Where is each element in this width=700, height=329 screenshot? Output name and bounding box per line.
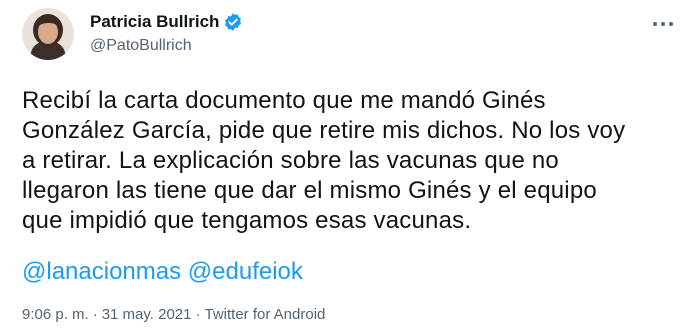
tweet: Patricia Bullrich @PatoBullrich Recibí l… — [0, 0, 700, 329]
tweet-text-line: que impidió que tengamos esas vacunas. — [22, 207, 472, 234]
mentions: @lanacionmas @edufeiok — [22, 257, 303, 287]
author-handle[interactable]: @PatoBullrich — [90, 35, 243, 57]
tweet-text-line: a retirar. La explicación sobre las vacu… — [22, 147, 559, 174]
tweet-text: Recibí la carta documento que me mandó G… — [22, 86, 692, 236]
tweet-date[interactable]: 31 may. 2021 — [102, 306, 192, 323]
avatar[interactable] — [22, 8, 74, 60]
name-row: Patricia Bullrich — [90, 11, 243, 33]
mention-link[interactable]: @edufeiok — [188, 258, 303, 285]
tweet-text-line: llegaron las tiene que dar el mismo Giné… — [22, 177, 597, 204]
verified-badge-icon — [223, 12, 243, 32]
tweet-text-line: González García, pide que retire mis dic… — [22, 117, 626, 144]
author-names: Patricia Bullrich @PatoBullrich — [90, 11, 243, 57]
display-name[interactable]: Patricia Bullrich — [90, 11, 219, 33]
tweet-text-line: Recibí la carta documento que me mandó G… — [22, 87, 546, 114]
meta-separator: · — [195, 306, 201, 323]
tweet-source[interactable]: Twitter for Android — [204, 306, 325, 323]
more-dots-icon[interactable] — [648, 14, 678, 34]
mention-link[interactable]: @lanacionmas — [22, 258, 181, 285]
avatar-photo — [22, 8, 74, 60]
tweet-meta: 9:06 p. m. · 31 may. 2021 · Twitter for Andr… — [22, 306, 325, 324]
tweet-time[interactable]: 9:06 p. m. — [22, 306, 89, 323]
meta-separator: · — [92, 306, 98, 323]
tweet-header: Patricia Bullrich @PatoBullrich — [22, 8, 243, 60]
